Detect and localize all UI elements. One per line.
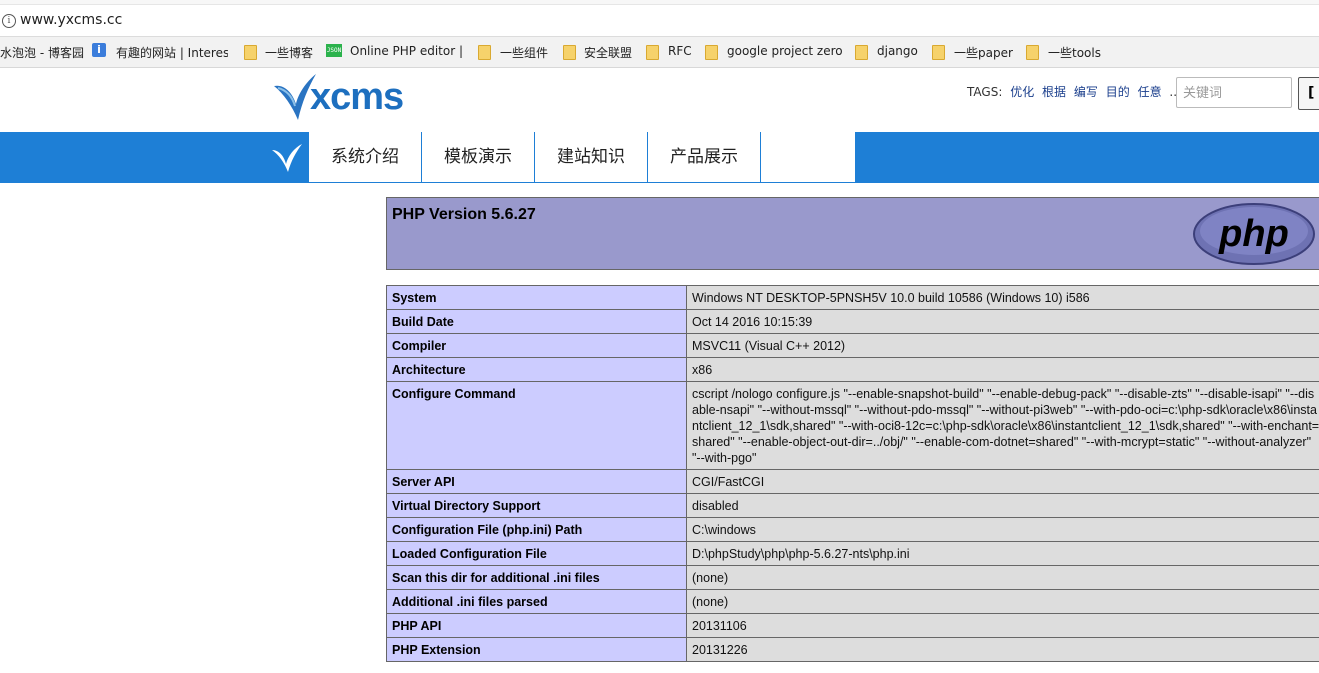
info-value: D:\phpStudy\php\php-5.6.27-nts\php.ini xyxy=(686,541,1319,566)
info-value: Windows NT DESKTOP-5PNSH5V 10.0 build 10… xyxy=(686,285,1319,310)
info-value: 20131106 xyxy=(686,613,1319,638)
search-input[interactable]: 关键词 xyxy=(1176,77,1292,108)
tag-link[interactable]: 编写 xyxy=(1074,85,1098,99)
search-button[interactable]: [ xyxy=(1298,77,1319,110)
info-key: PHP Extension xyxy=(386,637,687,662)
bookmark-blog[interactable]: 水泡泡 - 博客园 xyxy=(0,44,84,61)
info-key: Build Date xyxy=(386,309,687,334)
info-value: CGI/FastCGI xyxy=(686,469,1319,494)
info-key: System xyxy=(386,285,687,310)
bookmark-blogs[interactable]: 一些博客 xyxy=(265,44,313,61)
table-row: Configure Command cscript /nologo configu… xyxy=(386,381,1319,470)
bookmark-papers[interactable]: 一些paper xyxy=(954,44,1013,61)
tags-label: TAGS: xyxy=(967,85,1003,99)
info-key: Configuration File (php.ini) Path xyxy=(386,517,687,542)
table-row: Compiler MSVC11 (Visual C++ 2012) xyxy=(386,333,1319,358)
table-row: Scan this dir for additional .ini files(… xyxy=(386,565,1319,590)
table-row: Loaded Configuration File D:\phpStudy\php… xyxy=(386,541,1319,566)
site-logo[interactable]: xcms xyxy=(272,72,432,122)
info-icon: i xyxy=(92,43,106,57)
table-row: Additional .ini files parsed (none) xyxy=(386,589,1319,614)
folder-icon xyxy=(244,45,257,60)
table-row: PHP API 20131106 xyxy=(386,613,1319,638)
php-logo-icon[interactable]: php xyxy=(1192,202,1316,266)
bookmark-components[interactable]: 一些组件 xyxy=(500,44,548,61)
tag-link[interactable]: 目的 xyxy=(1106,85,1130,99)
nav-item-intro[interactable]: 系统介绍 xyxy=(309,132,422,182)
php-version-header: PHP Version 5.6.27 xyxy=(386,197,1319,270)
bookmark-project-zero[interactable]: google project zero xyxy=(727,44,843,58)
site-info-icon[interactable]: i xyxy=(2,14,16,28)
bookmark-interest[interactable]: 有趣的网站 | Interest xyxy=(116,44,228,61)
info-value: MSVC11 (Visual C++ 2012) xyxy=(686,333,1319,358)
table-row: Virtual Directory Support disabled xyxy=(386,493,1319,518)
folder-icon xyxy=(563,45,576,60)
info-value: (none) xyxy=(686,589,1319,614)
nav-home-icon[interactable] xyxy=(270,142,304,174)
folder-icon xyxy=(1026,45,1039,60)
logo-text: xcms xyxy=(310,76,404,118)
table-row: Build Date Oct 14 2016 10:15:39 xyxy=(386,309,1319,334)
nav-item-knowledge[interactable]: 建站知识 xyxy=(535,132,648,182)
info-key: Server API xyxy=(386,469,687,494)
bookmark-tools[interactable]: 一些tools xyxy=(1048,44,1101,61)
tag-link[interactable]: 根据 xyxy=(1042,85,1066,99)
info-value: x86 xyxy=(686,357,1319,382)
folder-icon xyxy=(855,45,868,60)
table-row: PHP Extension 20131226 xyxy=(386,637,1319,662)
php-version-title: PHP Version 5.6.27 xyxy=(392,206,536,223)
folder-icon xyxy=(646,45,659,60)
folder-icon xyxy=(478,45,491,60)
table-row: Architecture x86 xyxy=(386,357,1319,382)
tag-link[interactable]: 任意 xyxy=(1138,85,1162,99)
bookmark-rfc[interactable]: RFC xyxy=(668,44,692,58)
folder-icon xyxy=(705,45,718,60)
tag-link[interactable]: 优化 xyxy=(1010,85,1034,99)
info-key: PHP API xyxy=(386,613,687,638)
info-value: 20131226 xyxy=(686,637,1319,662)
nav-item-products[interactable]: 产品展示 xyxy=(648,132,761,182)
php-logo-text: php xyxy=(1218,213,1289,255)
info-key: Loaded Configuration File xyxy=(386,541,687,566)
info-value: (none) xyxy=(686,565,1319,590)
info-value: disabled xyxy=(686,493,1319,518)
info-key: Scan this dir for additional .ini files xyxy=(386,565,687,590)
info-value: cscript /nologo configure.js "--enable-s… xyxy=(686,381,1319,470)
info-key: Configure Command xyxy=(386,381,687,470)
tab-strip xyxy=(0,0,1319,5)
tags-list: TAGS: 优化 根据 编写 目的 任意 ... xyxy=(967,83,1181,100)
info-key: Additional .ini files parsed xyxy=(386,589,687,614)
info-key: Architecture xyxy=(386,357,687,382)
folder-icon xyxy=(932,45,945,60)
php-info-table: System Windows NT DESKTOP-5PNSH5V 10.0 bu… xyxy=(386,285,1319,662)
bookmark-php-editor[interactable]: Online PHP editor | xyxy=(350,44,463,58)
bookmarks-bar: 水泡泡 - 博客园 i 有趣的网站 | Interest 一些博客 JSON O… xyxy=(0,37,1319,68)
table-row: Configuration File (php.ini) Path C:\wind… xyxy=(386,517,1319,542)
info-value: C:\windows xyxy=(686,517,1319,542)
info-value: Oct 14 2016 10:15:39 xyxy=(686,309,1319,334)
info-key: Virtual Directory Support xyxy=(386,493,687,518)
table-row: Server API CGI/FastCGI xyxy=(386,469,1319,494)
table-row: System Windows NT DESKTOP-5PNSH5V 10.0 bu… xyxy=(386,285,1319,310)
address-bar[interactable]: i www.yxcms.cc xyxy=(0,0,1319,37)
bookmark-security[interactable]: 安全联盟 xyxy=(584,44,632,61)
info-key: Compiler xyxy=(386,333,687,358)
nav-item-templates[interactable]: 模板演示 xyxy=(422,132,535,182)
bookmark-django[interactable]: django xyxy=(877,44,918,58)
json-icon: JSON xyxy=(326,44,342,57)
url-text[interactable]: www.yxcms.cc xyxy=(20,12,122,28)
